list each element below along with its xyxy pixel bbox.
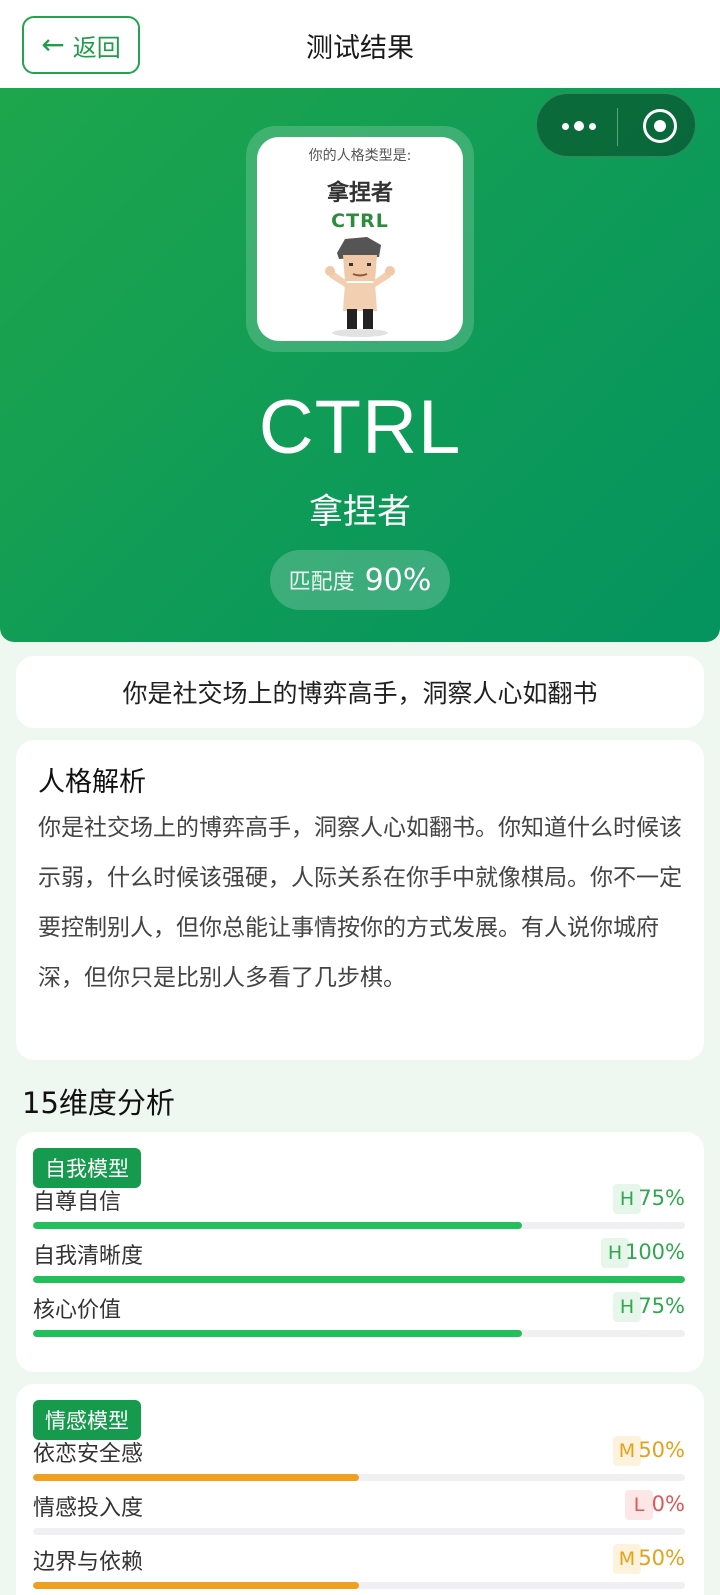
dimension-label: 边界与依赖 bbox=[33, 1550, 144, 1575]
card-type-name: 拿捏者 bbox=[326, 181, 393, 206]
dimension-group-card: 自我模型 自尊自信 H 75% 自我清晰度 H 100% 核心价值 H 75% bbox=[16, 1132, 704, 1372]
progress-track bbox=[33, 1276, 685, 1283]
analysis-title: 人格解析 bbox=[38, 767, 146, 798]
progress-track bbox=[33, 1582, 685, 1589]
dimension-percent: 50% bbox=[638, 1438, 685, 1462]
dimension-row: 依恋安全感 M 50% bbox=[33, 1436, 685, 1486]
progress-track bbox=[33, 1330, 685, 1337]
more-icon[interactable] bbox=[559, 112, 599, 140]
personality-code: CTRL bbox=[258, 385, 462, 470]
progress-fill bbox=[33, 1330, 522, 1337]
dimension-row: 核心价值 H 75% bbox=[33, 1292, 685, 1342]
personality-name: 拿捏者 bbox=[309, 492, 411, 532]
progress-fill bbox=[33, 1276, 685, 1283]
level-badge: H bbox=[613, 1184, 641, 1214]
dimension-group-card: 情感模型 依恋安全感 M 50% 情感投入度 L 0% 边界与依赖 M 50% bbox=[16, 1384, 704, 1595]
dimension-row: 情感投入度 L 0% bbox=[33, 1490, 685, 1540]
miniprogram-capsule bbox=[536, 93, 696, 157]
dimension-percent: 75% bbox=[638, 1294, 685, 1318]
personality-card-frame: 你的人格类型是: 拿捏者 CTRL bbox=[246, 126, 474, 352]
match-badge: 匹配度 90% bbox=[270, 550, 450, 610]
dimension-row: 自尊自信 H 75% bbox=[33, 1184, 685, 1234]
progress-track bbox=[33, 1528, 685, 1535]
match-value: 90% bbox=[364, 562, 432, 598]
close-target-icon[interactable] bbox=[643, 109, 677, 143]
group-badge: 自我模型 bbox=[33, 1148, 141, 1188]
dimension-label: 依恋安全感 bbox=[33, 1442, 144, 1467]
match-label: 匹配度 bbox=[288, 570, 355, 595]
dimension-label: 核心价值 bbox=[33, 1298, 122, 1323]
dimension-row: 边界与依赖 M 50% bbox=[33, 1544, 685, 1594]
dimension-percent: 50% bbox=[638, 1546, 685, 1570]
nav-bar: ← 返回 测试结果 bbox=[0, 0, 720, 88]
dimension-label: 情感投入度 bbox=[33, 1496, 144, 1521]
progress-track bbox=[33, 1222, 685, 1229]
progress-fill bbox=[33, 1474, 359, 1481]
dimension-label: 自我清晰度 bbox=[33, 1244, 144, 1269]
dimension-percent: 100% bbox=[624, 1240, 685, 1264]
analysis-card: 人格解析 你是社交场上的博弈高手，洞察人心如翻书。你知道什么时候该示弱，什么时候… bbox=[16, 740, 704, 1060]
character-illustration bbox=[325, 237, 395, 337]
dimension-percent: 75% bbox=[638, 1186, 685, 1210]
tagline-text: 你是社交场上的博弈高手，洞察人心如翻书 bbox=[122, 679, 598, 708]
progress-track bbox=[33, 1474, 685, 1481]
level-badge: M bbox=[613, 1436, 641, 1466]
result-hero: 你的人格类型是: 拿捏者 CTRL CTRL 拿捏者 匹配度 90% bbox=[0, 88, 720, 642]
dimension-row: 自我清晰度 H 100% bbox=[33, 1238, 685, 1288]
level-badge: L bbox=[625, 1490, 653, 1520]
progress-fill bbox=[33, 1222, 522, 1229]
tagline-card: 你是社交场上的博弈高手，洞察人心如翻书 bbox=[16, 656, 704, 728]
level-badge: H bbox=[613, 1292, 641, 1322]
progress-fill bbox=[33, 1582, 359, 1589]
dimension-percent: 0% bbox=[651, 1492, 685, 1516]
group-badge: 情感模型 bbox=[33, 1400, 141, 1440]
dimension-label: 自尊自信 bbox=[33, 1190, 122, 1215]
personality-card-image: 你的人格类型是: 拿捏者 CTRL bbox=[257, 137, 463, 341]
page-title: 测试结果 bbox=[306, 33, 414, 64]
analysis-body: 你是社交场上的博弈高手，洞察人心如翻书。你知道什么时候该示弱，什么时候该强硬，人… bbox=[38, 815, 682, 991]
dimensions-title: 15维度分析 bbox=[22, 1086, 175, 1120]
level-badge: M bbox=[613, 1544, 641, 1574]
card-type-code: CTRL bbox=[331, 210, 389, 232]
capsule-divider bbox=[617, 108, 618, 146]
card-caption: 你的人格类型是: bbox=[308, 148, 412, 164]
